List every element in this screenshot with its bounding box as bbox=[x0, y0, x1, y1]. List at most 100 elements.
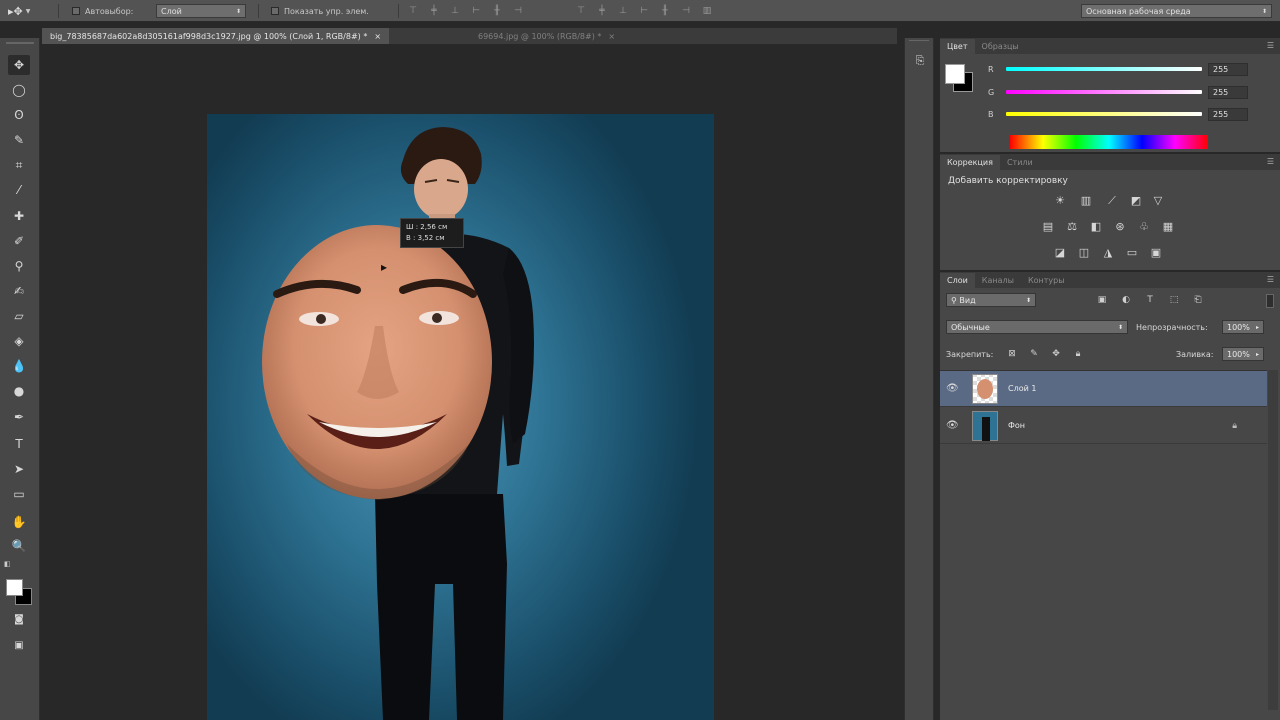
eyedropper-tool-icon[interactable]: ⁄ bbox=[8, 180, 30, 200]
layer-name[interactable]: Фон bbox=[1008, 421, 1025, 430]
green-value-input[interactable]: 255 bbox=[1208, 85, 1248, 99]
red-value-input[interactable]: 255 bbox=[1208, 62, 1248, 76]
selective-color-icon[interactable]: ▣ bbox=[1148, 246, 1164, 260]
layer-filter-dropdown[interactable]: ⚲ Вид ⬍ bbox=[946, 293, 1036, 307]
healing-brush-tool-icon[interactable]: ✚ bbox=[8, 206, 30, 226]
tab-channels[interactable]: Каналы bbox=[975, 273, 1021, 288]
panel-menu-icon[interactable]: ☰ bbox=[1267, 275, 1274, 284]
path-selection-tool-icon[interactable]: ➤ bbox=[8, 459, 30, 479]
clone-stamp-tool-icon[interactable]: ⚲ bbox=[8, 256, 30, 276]
opacity-input[interactable]: 100% ▸ bbox=[1222, 320, 1264, 334]
screen-mode-icon[interactable]: ▣ bbox=[8, 635, 30, 655]
vibrance-icon[interactable]: ▽ bbox=[1150, 194, 1166, 208]
auto-align-icon[interactable]: ▥ bbox=[702, 6, 712, 16]
posterize-icon[interactable]: ◫ bbox=[1076, 246, 1092, 260]
layer-row-layer1[interactable]: 👁︎ Слой 1 bbox=[940, 371, 1267, 407]
tab-document-1[interactable]: big_78385687da602a8d305161af998d3c1927.j… bbox=[42, 28, 390, 44]
rectangle-tool-icon[interactable]: ▭ bbox=[8, 484, 30, 504]
filter-pixel-icon[interactable]: ▣ bbox=[1096, 295, 1108, 305]
blur-tool-icon[interactable]: 💧 bbox=[8, 356, 30, 376]
color-balance-icon[interactable]: ⚖ bbox=[1064, 220, 1080, 234]
color-lookup-icon[interactable]: ▦ bbox=[1160, 220, 1176, 234]
distribute-top-icon[interactable]: ⊤ bbox=[576, 6, 586, 16]
brush-tool-icon[interactable]: ✐ bbox=[8, 231, 30, 251]
blue-slider[interactable]: B 255 bbox=[988, 107, 1248, 121]
paint-bucket-tool-icon[interactable]: ◈ bbox=[8, 331, 30, 351]
black-white-icon[interactable]: ◧ bbox=[1088, 220, 1104, 234]
toolbox-grip[interactable] bbox=[6, 42, 34, 44]
quick-mask-icon[interactable]: ◙ bbox=[8, 609, 30, 629]
marquee-tool-icon[interactable]: ◯ bbox=[8, 80, 30, 100]
align-left-icon[interactable]: ⊢ bbox=[471, 6, 481, 16]
align-vcenter-icon[interactable]: ╪ bbox=[429, 6, 439, 16]
tab-paths[interactable]: Контуры bbox=[1021, 273, 1072, 288]
blue-value-input[interactable]: 255 bbox=[1208, 107, 1248, 121]
panel-menu-icon[interactable]: ☰ bbox=[1267, 41, 1274, 50]
gradient-map-icon[interactable]: ▭ bbox=[1124, 246, 1140, 260]
lock-image-pixels-icon[interactable]: ✎ bbox=[1028, 349, 1040, 359]
crop-tool-icon[interactable]: ⌗ bbox=[8, 155, 30, 175]
tool-preset-picker[interactable]: ▸✥ ▼ bbox=[8, 0, 30, 22]
green-slider[interactable]: G 255 bbox=[988, 85, 1248, 99]
foreground-color-swatch[interactable] bbox=[6, 579, 23, 596]
show-transform-controls-checkbox[interactable]: Показать упр. элем. bbox=[271, 0, 369, 22]
history-brush-tool-icon[interactable]: ✍ bbox=[8, 281, 30, 301]
lock-position-icon[interactable]: ✥ bbox=[1050, 349, 1062, 359]
tab-swatches[interactable]: Образцы bbox=[975, 39, 1026, 54]
lasso-tool-icon[interactable]: ʘ bbox=[8, 105, 30, 125]
invert-icon[interactable]: ◪ bbox=[1052, 246, 1068, 260]
distribute-left-icon[interactable]: ⊢ bbox=[639, 6, 649, 16]
brightness-contrast-icon[interactable]: ☀ bbox=[1052, 194, 1068, 208]
pen-tool-icon[interactable]: ✒ bbox=[8, 407, 30, 427]
default-colors-icon[interactable]: ◧ bbox=[4, 560, 11, 568]
tab-styles[interactable]: Стили bbox=[1000, 155, 1040, 170]
chevron-right-icon[interactable]: ▸ bbox=[1256, 324, 1259, 331]
tab-adjustments[interactable]: Коррекция bbox=[940, 155, 1000, 170]
levels-icon[interactable]: ▥ bbox=[1078, 194, 1094, 208]
tab-layers[interactable]: Слои bbox=[940, 273, 975, 288]
curves-icon[interactable]: ⟋ bbox=[1104, 194, 1120, 208]
distribute-right-icon[interactable]: ⊣ bbox=[681, 6, 691, 16]
autoselect-dropdown[interactable]: Слой ⬍ bbox=[156, 4, 246, 18]
panel-menu-icon[interactable]: ☰ bbox=[1267, 157, 1274, 166]
close-icon[interactable]: × bbox=[608, 32, 615, 41]
hue-saturation-icon[interactable]: ▤ bbox=[1040, 220, 1056, 234]
align-bottom-icon[interactable]: ⊥ bbox=[450, 6, 460, 16]
distribute-vcenter-icon[interactable]: ╪ bbox=[597, 6, 607, 16]
filter-adjustment-icon[interactable]: ◐ bbox=[1120, 295, 1132, 305]
eraser-tool-icon[interactable]: ▱ bbox=[8, 306, 30, 326]
filter-type-icon[interactable]: T bbox=[1144, 295, 1156, 305]
document-canvas[interactable]: Ш : 2,56 см В : 3,52 см ▸ bbox=[207, 114, 714, 720]
align-hcenter-icon[interactable]: ╫ bbox=[492, 6, 502, 16]
filter-smart-object-icon[interactable]: ⎗ bbox=[1192, 295, 1204, 305]
eye-icon[interactable]: 👁︎ bbox=[946, 420, 962, 431]
layers-scrollbar[interactable] bbox=[1268, 370, 1278, 710]
chevron-right-icon[interactable]: ▸ bbox=[1256, 351, 1259, 358]
threshold-icon[interactable]: ◮ bbox=[1100, 246, 1116, 260]
red-slider[interactable]: R 255 bbox=[988, 62, 1248, 76]
lock-all-icon[interactable]: 🔒︎ bbox=[1072, 349, 1084, 359]
type-tool-icon[interactable]: T bbox=[8, 434, 30, 454]
close-icon[interactable]: × bbox=[374, 32, 381, 41]
blend-mode-dropdown[interactable]: Обычные ⬍ bbox=[946, 320, 1128, 334]
layer-row-background[interactable]: 👁︎ Фон 🔒︎ bbox=[940, 408, 1267, 444]
align-top-icon[interactable]: ⊤ bbox=[408, 6, 418, 16]
distribute-bottom-icon[interactable]: ⊥ bbox=[618, 6, 628, 16]
quick-selection-tool-icon[interactable]: ✎ bbox=[8, 130, 30, 150]
autoselect-checkbox[interactable]: Автовыбор: bbox=[72, 0, 133, 22]
hand-tool-icon[interactable]: ✋ bbox=[8, 512, 30, 532]
foreground-color-swatch[interactable] bbox=[945, 64, 965, 84]
workspace-dropdown[interactable]: Основная рабочая среда ⬍ bbox=[1081, 4, 1272, 18]
tab-color[interactable]: Цвет bbox=[940, 39, 975, 54]
exposure-icon[interactable]: ◩ bbox=[1128, 194, 1144, 208]
channel-mixer-icon[interactable]: ♧ bbox=[1136, 220, 1152, 234]
photo-filter-icon[interactable]: ⊛ bbox=[1112, 220, 1128, 234]
distribute-hcenter-icon[interactable]: ╫ bbox=[660, 6, 670, 16]
layer-name[interactable]: Слой 1 bbox=[1008, 384, 1036, 393]
move-tool-icon[interactable]: ✥ bbox=[8, 55, 30, 75]
history-panel-icon[interactable]: ⎘ bbox=[911, 52, 929, 70]
color-spectrum-ramp[interactable] bbox=[1010, 135, 1208, 149]
filter-shape-icon[interactable]: ⬚ bbox=[1168, 295, 1180, 305]
filter-toggle[interactable] bbox=[1266, 294, 1274, 308]
eye-icon[interactable]: 👁︎ bbox=[946, 383, 962, 394]
